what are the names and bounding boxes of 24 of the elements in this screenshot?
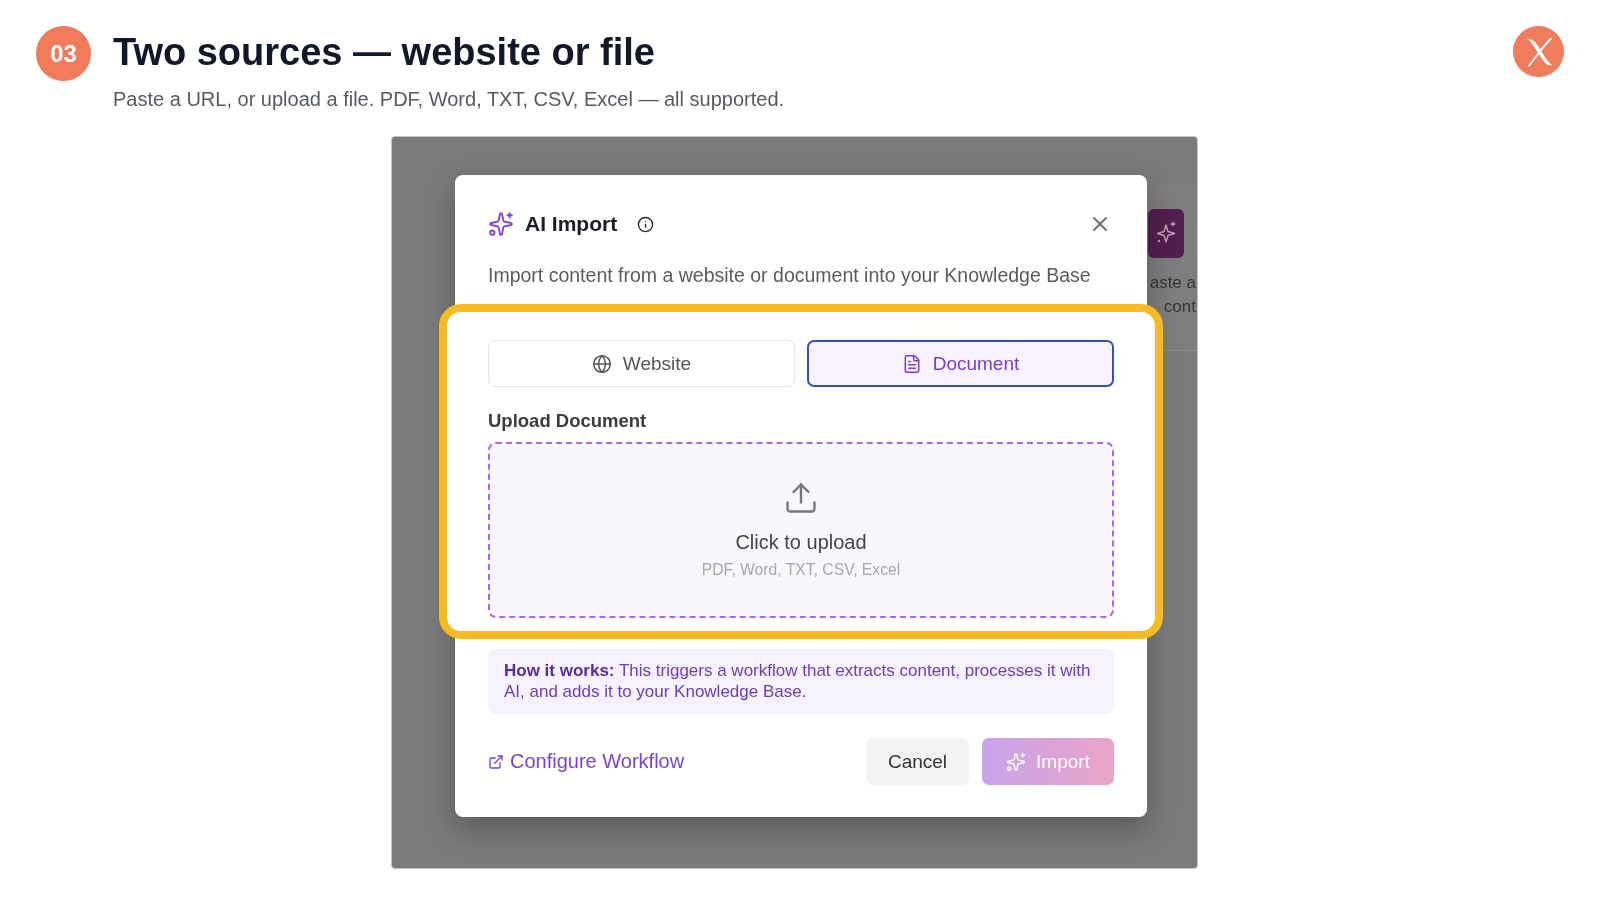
cancel-button[interactable]: Cancel [866, 738, 969, 785]
background-text: aste a [1149, 272, 1196, 294]
source-tab[interactable]: Document [807, 340, 1114, 387]
page-subtitle: Paste a URL, or upload a file. PDF, Word, TXT, CSV, Excel — all supported. [113, 87, 785, 112]
upload-prompt: Click to upload [735, 530, 867, 554]
sparkle-icon [1006, 751, 1027, 772]
upload-icon [783, 480, 819, 516]
sparkle-icon [488, 211, 514, 237]
configure-workflow-link[interactable]: Configure Workflow [488, 750, 685, 773]
step-number: 03 [36, 26, 91, 81]
dialog-title: AI Import [525, 212, 618, 236]
upload-formats: PDF, Word, TXT, CSV, Excel [701, 561, 901, 579]
logo-icon [1513, 26, 1564, 77]
external-link-icon [488, 753, 504, 770]
globe-icon [591, 353, 612, 374]
page-title: Two sources — website or file [113, 30, 655, 75]
sparkle-icon [1148, 209, 1184, 258]
upload-dropzone[interactable]: Click to upload PDF, Word, TXT, CSV, Excel [488, 442, 1114, 618]
dialog-description: Import content from a website or document into your Knowledge Base [488, 264, 1092, 287]
info-icon[interactable] [637, 215, 655, 233]
background-text: cont [1163, 296, 1196, 318]
source-tab[interactable]: Website [488, 340, 795, 387]
info-note: How it works: This triggers a workflow that extracts content, processes it with AI, and adds it to your Knowledge Base. [488, 649, 1114, 714]
upload-label: Upload Document [488, 410, 648, 432]
